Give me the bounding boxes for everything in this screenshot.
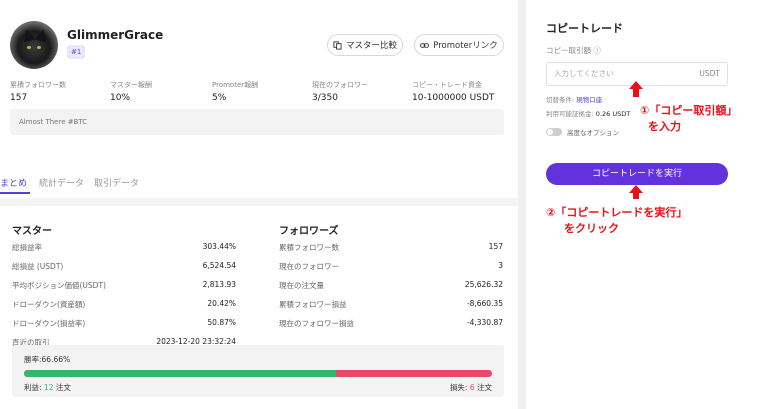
trader-name: GlimmerGrace	[67, 28, 164, 42]
win-rate-label: 勝率:66.66%	[24, 355, 71, 364]
advanced-options-label: 高度なオプション	[567, 129, 619, 137]
rank-badge: #1	[67, 45, 86, 59]
stat-promoter-reward: Promoter報酬 5%	[212, 81, 259, 103]
stat-master-reward: マスター報酬 10%	[110, 81, 152, 103]
stat-total-followers: 累積フォロワー数 157	[10, 81, 66, 103]
execute-copy-trade-button[interactable]: コピートレードを実行	[546, 163, 728, 185]
compare-icon	[333, 40, 342, 50]
master-row: ドローダウン(損益率) 50.87%	[12, 318, 236, 328]
win-rate-card: 勝率:66.66% 利益: 12 注文 損失: 6 注文	[12, 345, 504, 397]
copy-trade-title: コピートレード	[546, 22, 623, 35]
advanced-options-toggle[interactable]	[546, 128, 562, 136]
master-title: マスター	[12, 226, 52, 237]
annotation-step1: ①「コピー取引額」 を入力	[640, 104, 738, 133]
followers-title: フォロワーズ	[279, 226, 339, 237]
panel-divider	[518, 0, 526, 409]
followers-row: 累積フォロワー損益 -8,660.35	[279, 299, 503, 309]
link-icon	[420, 42, 430, 48]
win-rate-fill	[24, 370, 336, 377]
followers-row: 現在の注文量 25,626.32	[279, 280, 503, 290]
annotation-step2: ②「コピートレードを実行」 をクリック	[546, 206, 688, 235]
trader-profile-panel: GlimmerGrace #1 マスター比較 Promoterリンク 累積フォロ…	[0, 0, 518, 409]
copy-trade-panel: コピートレード コピー取引額 ⓘ 入力してください USDT 切替条件: 現物口…	[526, 0, 768, 409]
copy-amount-unit: USDT	[699, 69, 720, 78]
followers-row: 現在のフォロワー 3	[279, 261, 503, 271]
loss-count: 損失: 6 注文	[449, 383, 492, 392]
spot-account-link[interactable]: 現物口座	[576, 96, 602, 104]
active-tab-indicator	[0, 192, 30, 194]
compare-master-button[interactable]: マスター比較	[327, 34, 403, 56]
profit-count: 利益: 12 注文	[24, 383, 71, 392]
switch-condition: 切替条件: 現物口座 ·	[546, 96, 607, 104]
copy-amount-label: コピー取引額 ⓘ	[546, 46, 601, 55]
followers-section: フォロワーズ 累積フォロワー数 157 現在のフォロワー 3 現在の注文量 25,62…	[279, 222, 503, 328]
tab-statistics[interactable]: 統計データ	[39, 176, 84, 189]
tab-summary[interactable]: まとめ	[0, 176, 27, 189]
tab-trade-data[interactable]: 取引データ	[94, 176, 139, 189]
master-row: 総損益率 303.44%	[12, 242, 236, 252]
section-divider	[0, 198, 518, 206]
stat-copy-funds: コピー・トレード資金 10-1000000 USDT	[412, 81, 495, 103]
avatar	[10, 21, 58, 69]
tab-bar: まとめ 統計データ 取引データ	[0, 176, 505, 198]
stat-current-followers: 現在のフォロワー 3/350	[312, 81, 368, 103]
copy-amount-placeholder: 入力してください	[554, 69, 614, 78]
master-row: 平均ポジション価値(USDT) 2,813.93	[12, 280, 236, 290]
master-section: マスター 総損益率 303.44% 総損益 (USDT) 6,524.54 平均ポジ…	[12, 222, 236, 347]
promoter-link-button[interactable]: Promoterリンク	[414, 34, 504, 56]
compare-master-label: マスター比較	[345, 41, 397, 51]
win-rate-bar	[24, 370, 492, 377]
trader-bio: Almost There #BTC	[10, 109, 504, 135]
promoter-link-label: Promoterリンク	[433, 41, 498, 51]
followers-row: 現在のフォロワー損益 -4,330.87	[279, 318, 503, 328]
master-row: ドローダウン(資産額) 20.42%	[12, 299, 236, 309]
master-row: 総損益 (USDT) 6,524.54	[12, 261, 236, 271]
available-margin: 利用可能証拠金: 0.26 USDT	[546, 110, 631, 118]
followers-row: 累積フォロワー数 157	[279, 242, 503, 252]
